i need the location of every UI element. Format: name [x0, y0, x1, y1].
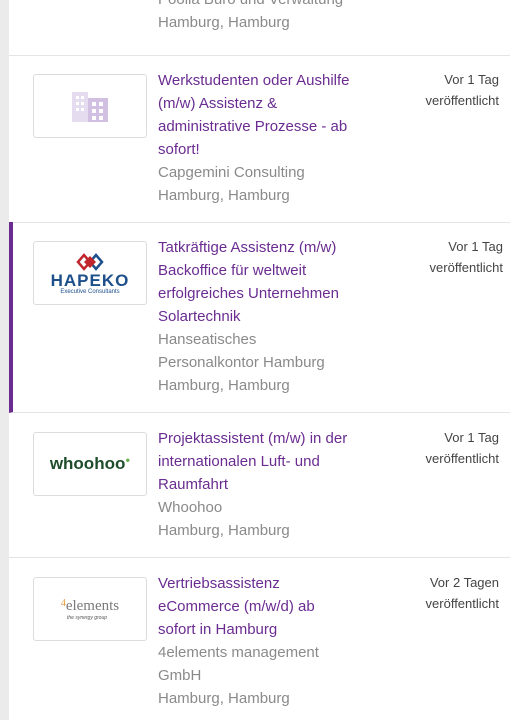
job-title-line[interactable]: Werkstudenten oder Aushilfe: [158, 72, 350, 89]
job-title-line[interactable]: Solartechnik: [158, 308, 241, 325]
posted-date: Vor 1 Tag veröffentlicht: [389, 69, 499, 111]
job-card[interactable]: whoohoo● Projektassistent (m/w) in der i…: [9, 412, 510, 558]
whoohoo-logo-text: whoohoo: [49, 454, 126, 473]
job-info: Projektassistent (m/w) in der internatio…: [158, 427, 396, 542]
job-title-line[interactable]: Backoffice für weltweit: [158, 262, 306, 279]
job-title-line[interactable]: eCommerce (m/w/d) ab: [158, 598, 315, 615]
company-name: Hanseatisches Personalkontor Hamburg: [158, 328, 396, 374]
posted-age: Vor 2 Tagen: [429, 575, 499, 590]
building-logo-icon: [72, 92, 108, 122]
job-card-active[interactable]: HAPEKO Executive Consultants Tatkräftige…: [9, 222, 510, 413]
company-name-line: GmbH: [158, 667, 202, 684]
job-title-line[interactable]: Vertriebsassistenz: [158, 575, 280, 592]
job-info: Poolia Büro und Verwaltung Hamburg, Hamb…: [158, 0, 343, 34]
job-title[interactable]: Tatkräftige Assistenz (m/w) Backoffice f…: [158, 236, 396, 328]
posted-label: veröffentlicht: [425, 451, 499, 466]
job-location: Hamburg, Hamburg: [158, 377, 290, 394]
posted-age: Vor 1 Tag: [448, 239, 503, 254]
job-info: Tatkräftige Assistenz (m/w) Backoffice f…: [158, 236, 396, 397]
posted-date: Vor 1 Tag veröffentlicht: [389, 427, 499, 469]
hapeko-wordmark: HAPEKO: [50, 270, 130, 290]
job-title-line[interactable]: (m/w) Assistenz &: [158, 95, 277, 112]
company-name-line: Personalkontor Hamburg: [158, 354, 325, 371]
job-card-partial[interactable]: Poolia Büro und Verwaltung Hamburg, Hamb…: [9, 0, 510, 56]
job-card[interactable]: Werkstudenten oder Aushilfe (m/w) Assist…: [9, 55, 510, 223]
job-list: Poolia Büro und Verwaltung Hamburg, Hamb…: [9, 0, 510, 720]
job-card[interactable]: 4elements the synergy group Vertriebsass…: [9, 557, 510, 720]
job-location: Hamburg, Hamburg: [158, 522, 290, 539]
job-title[interactable]: Vertriebsassistenz eCommerce (m/w/d) ab …: [158, 572, 396, 641]
company-logo: whoohoo●: [33, 432, 147, 496]
company-name: 4elements management GmbH: [158, 641, 396, 687]
job-title[interactable]: Projektassistent (m/w) in der internatio…: [158, 427, 396, 496]
job-title-line[interactable]: sofort in Hamburg: [158, 621, 277, 638]
company-name-line: 4elements management: [158, 644, 319, 661]
job-info: Vertriebsassistenz eCommerce (m/w/d) ab …: [158, 572, 396, 710]
company-name-line: Hanseatisches: [158, 331, 257, 348]
4elements-logo-text: elements: [65, 597, 120, 614]
job-title-line[interactable]: administrative Prozesse - ab: [158, 118, 347, 135]
posted-age: Vor 1 Tag: [444, 430, 499, 445]
job-title-line[interactable]: Raumfahrt: [158, 476, 228, 493]
company-logo: HAPEKO Executive Consultants: [33, 241, 147, 305]
posted-date: Vor 1 Tag veröffentlicht: [393, 236, 503, 278]
4elements-wordmark: 4elements: [61, 598, 119, 615]
job-title[interactable]: Werkstudenten oder Aushilfe (m/w) Assist…: [158, 69, 396, 161]
job-title-line[interactable]: erfolgreiches Unternehmen: [158, 285, 339, 302]
company-name: Whoohoo: [158, 499, 223, 516]
job-title-line[interactable]: Tatkräftige Assistenz (m/w): [158, 239, 336, 256]
posted-label: veröffentlicht: [429, 260, 503, 275]
company-logo: [33, 74, 147, 138]
job-info: Werkstudenten oder Aushilfe (m/w) Assist…: [158, 69, 396, 207]
hapeko-diamond-icon: [76, 252, 104, 271]
job-location: Hamburg, Hamburg: [158, 14, 290, 31]
company-logo: 4elements the synergy group: [33, 577, 147, 641]
job-title-line[interactable]: Projektassistent (m/w) in der: [158, 430, 347, 447]
hapeko-subtext: Executive Consultants: [60, 288, 120, 295]
job-location: Hamburg, Hamburg: [158, 690, 290, 707]
job-title[interactable]: Poolia Büro und Verwaltung: [158, 0, 343, 11]
job-location: Hamburg, Hamburg: [158, 187, 290, 204]
4elements-subtext: the synergy group: [66, 614, 108, 621]
whoohoo-wordmark: whoohoo●: [49, 454, 131, 473]
posted-age: Vor 1 Tag: [444, 72, 499, 87]
posted-label: veröffentlicht: [425, 93, 499, 108]
posted-label: veröffentlicht: [425, 596, 499, 611]
job-title-line[interactable]: internationalen Luft- und: [158, 453, 320, 470]
company-name: Capgemini Consulting: [158, 164, 305, 181]
posted-date: Vor 2 Tagen veröffentlicht: [389, 572, 499, 614]
job-title-line[interactable]: sofort!: [158, 141, 200, 158]
